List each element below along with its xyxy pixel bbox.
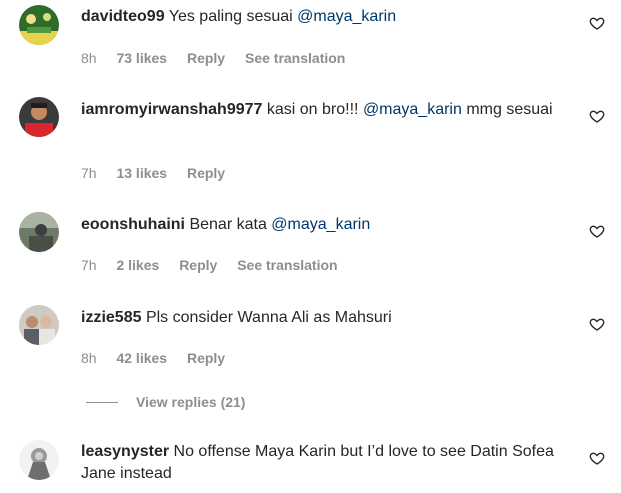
heart-icon[interactable] — [589, 450, 605, 466]
avatar[interactable] — [19, 212, 59, 252]
likes-count[interactable]: 13 likes — [116, 165, 167, 181]
comment-content: Yes paling sesuai — [168, 8, 293, 25]
comment-username[interactable]: leasynyster — [81, 443, 169, 460]
comment-content: Pls consider Wanna Ali as Mahsuri — [145, 309, 392, 326]
comment-content: Benar kata — [189, 216, 267, 233]
likes-count[interactable]: 73 likes — [116, 50, 167, 66]
view-replies-button[interactable]: View replies (21) — [86, 393, 245, 411]
see-translation-button[interactable]: See translation — [245, 50, 345, 66]
mention-link[interactable]: @maya_karin — [297, 8, 396, 25]
see-translation-button[interactable]: See translation — [237, 257, 337, 273]
comment-text: leasynyster No offense Maya Karin but I’… — [81, 441, 561, 485]
comment-body: izzie585 Pls consider Wanna Ali as Mahsu… — [81, 307, 561, 329]
comment-username[interactable]: davidteo99 — [81, 8, 165, 25]
heart-icon[interactable] — [589, 223, 605, 239]
likes-count[interactable]: 42 likes — [116, 350, 167, 366]
avatar[interactable] — [19, 5, 59, 45]
likes-count[interactable]: 2 likes — [116, 257, 159, 273]
reply-button[interactable]: Reply — [187, 50, 225, 66]
comment-text: davidteo99 Yes paling sesuai @maya_karin — [81, 6, 561, 28]
comment-time: 8h — [81, 50, 97, 66]
comment-text: eoonshuhaini Benar kata @maya_karin — [81, 214, 561, 236]
comment-meta: 8h 42 likes Reply — [81, 350, 241, 366]
reply-button[interactable]: Reply — [187, 165, 225, 181]
comment-time: 7h — [81, 257, 97, 273]
avatar[interactable] — [19, 305, 59, 345]
comment-meta: 7h 13 likes Reply — [81, 165, 241, 181]
comment-body: iamromyirwanshah9977 kasi on bro!!! @may… — [81, 99, 561, 121]
replies-divider-line — [86, 401, 118, 403]
reply-button[interactable]: Reply — [187, 350, 225, 366]
comment-text: izzie585 Pls consider Wanna Ali as Mahsu… — [81, 307, 561, 329]
heart-icon[interactable] — [589, 108, 605, 124]
comment-content: kasi on bro!!! — [266, 101, 359, 118]
comment-meta: 7h 2 likes Reply See translation — [81, 257, 354, 273]
comment-body: eoonshuhaini Benar kata @maya_karin — [81, 214, 561, 236]
comment-body: davidteo99 Yes paling sesuai @maya_karin — [81, 6, 561, 28]
comment-username[interactable]: eoonshuhaini — [81, 216, 185, 233]
avatar[interactable] — [19, 440, 59, 480]
avatar[interactable] — [19, 97, 59, 137]
view-replies-label: View replies (21) — [136, 394, 246, 410]
comment-username[interactable]: izzie585 — [81, 309, 141, 326]
mention-link[interactable]: @maya_karin — [271, 216, 370, 233]
comment-username[interactable]: iamromyirwanshah9977 — [81, 101, 262, 118]
comment-content-tail: mmg sesuai — [466, 101, 553, 118]
comment-time: 8h — [81, 350, 97, 366]
comment-meta: 8h 73 likes Reply See translation — [81, 50, 361, 66]
comment-time: 7h — [81, 165, 97, 181]
heart-icon[interactable] — [589, 15, 605, 31]
comment-body: leasynyster No offense Maya Karin but I’… — [81, 441, 561, 485]
mention-link[interactable]: @maya_karin — [363, 101, 462, 118]
heart-icon[interactable] — [589, 316, 605, 332]
reply-button[interactable]: Reply — [179, 257, 217, 273]
comment-text: iamromyirwanshah9977 kasi on bro!!! @may… — [81, 99, 561, 121]
